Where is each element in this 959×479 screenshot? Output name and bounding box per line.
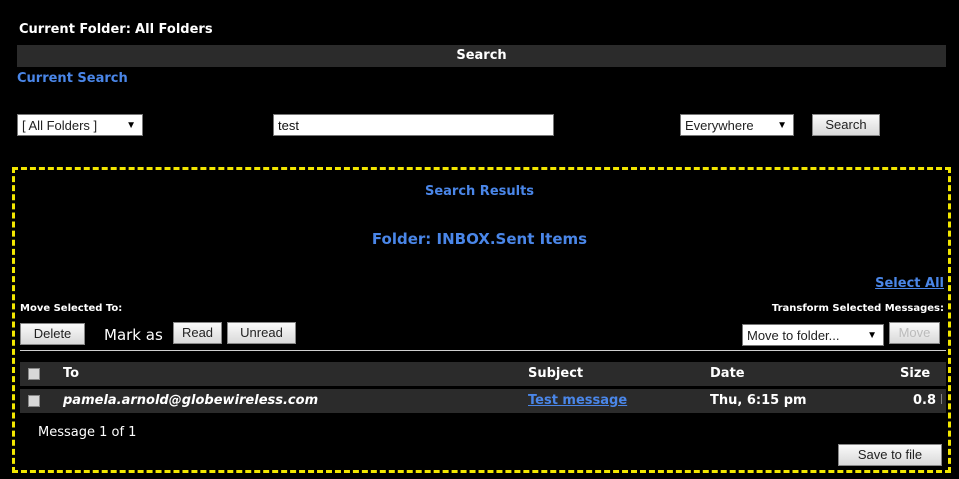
table-row[interactable]: pamela.arnold@globewireless.com Test mes… (20, 389, 946, 413)
search-results-title: Search Results (424, 184, 535, 199)
chevron-down-icon: ▼ (126, 120, 136, 131)
current-folder-value: All Folders (135, 22, 213, 37)
column-header-date[interactable]: Date (710, 366, 745, 381)
select-all-checkbox[interactable] (28, 368, 40, 380)
webmail-search-panel: Current Folder: All Folders Search Curre… (0, 0, 959, 479)
divider (20, 350, 946, 351)
current-folder-label: Current Folder: (19, 22, 131, 37)
folder-select[interactable]: [ All Folders ] ▼ (17, 114, 143, 136)
row-checkbox[interactable] (28, 395, 40, 407)
search-button[interactable]: Search (812, 114, 880, 136)
delete-button[interactable]: Delete (20, 323, 85, 345)
current-folder-line: Current Folder: All Folders (19, 22, 213, 37)
search-section-title: Search (17, 45, 946, 67)
table-header: To Subject Date Size (20, 362, 946, 386)
search-results-highlight (12, 167, 951, 473)
row-date: Thu, 6:15 pm (710, 393, 807, 408)
row-size: 0.8 k (913, 393, 942, 408)
transform-label: Transform Selected Messages: (771, 303, 944, 314)
search-input[interactable]: test (273, 114, 554, 136)
chevron-down-icon: ▼ (777, 120, 787, 131)
select-all-link[interactable]: Select All (875, 276, 944, 291)
column-header-size[interactable]: Size (900, 366, 930, 381)
row-to: pamela.arnold@globewireless.com (63, 393, 319, 408)
mark-as-label: Mark as (104, 326, 163, 344)
move-folder-select[interactable]: Move to folder... ▼ (742, 324, 884, 346)
row-subject-link[interactable]: Test message (528, 393, 627, 408)
scope-select[interactable]: Everywhere ▼ (680, 114, 794, 136)
move-button[interactable]: Move (889, 322, 940, 344)
save-to-file-button[interactable]: Save to file (838, 444, 942, 466)
scope-select-value: Everywhere (685, 118, 754, 133)
column-header-subject[interactable]: Subject (528, 366, 583, 381)
folder-title: Folder: INBOX.Sent Items (371, 230, 588, 248)
move-folder-select-value: Move to folder... (747, 328, 840, 343)
current-search-label: Current Search (17, 71, 128, 86)
message-count: Message 1 of 1 (38, 425, 137, 440)
column-header-to[interactable]: To (63, 366, 79, 381)
chevron-down-icon: ▼ (867, 330, 877, 341)
folder-select-value: [ All Folders ] (22, 118, 98, 133)
mark-read-button[interactable]: Read (173, 322, 222, 344)
mark-unread-button[interactable]: Unread (227, 322, 296, 344)
move-selected-label: Move Selected To: (20, 303, 123, 314)
